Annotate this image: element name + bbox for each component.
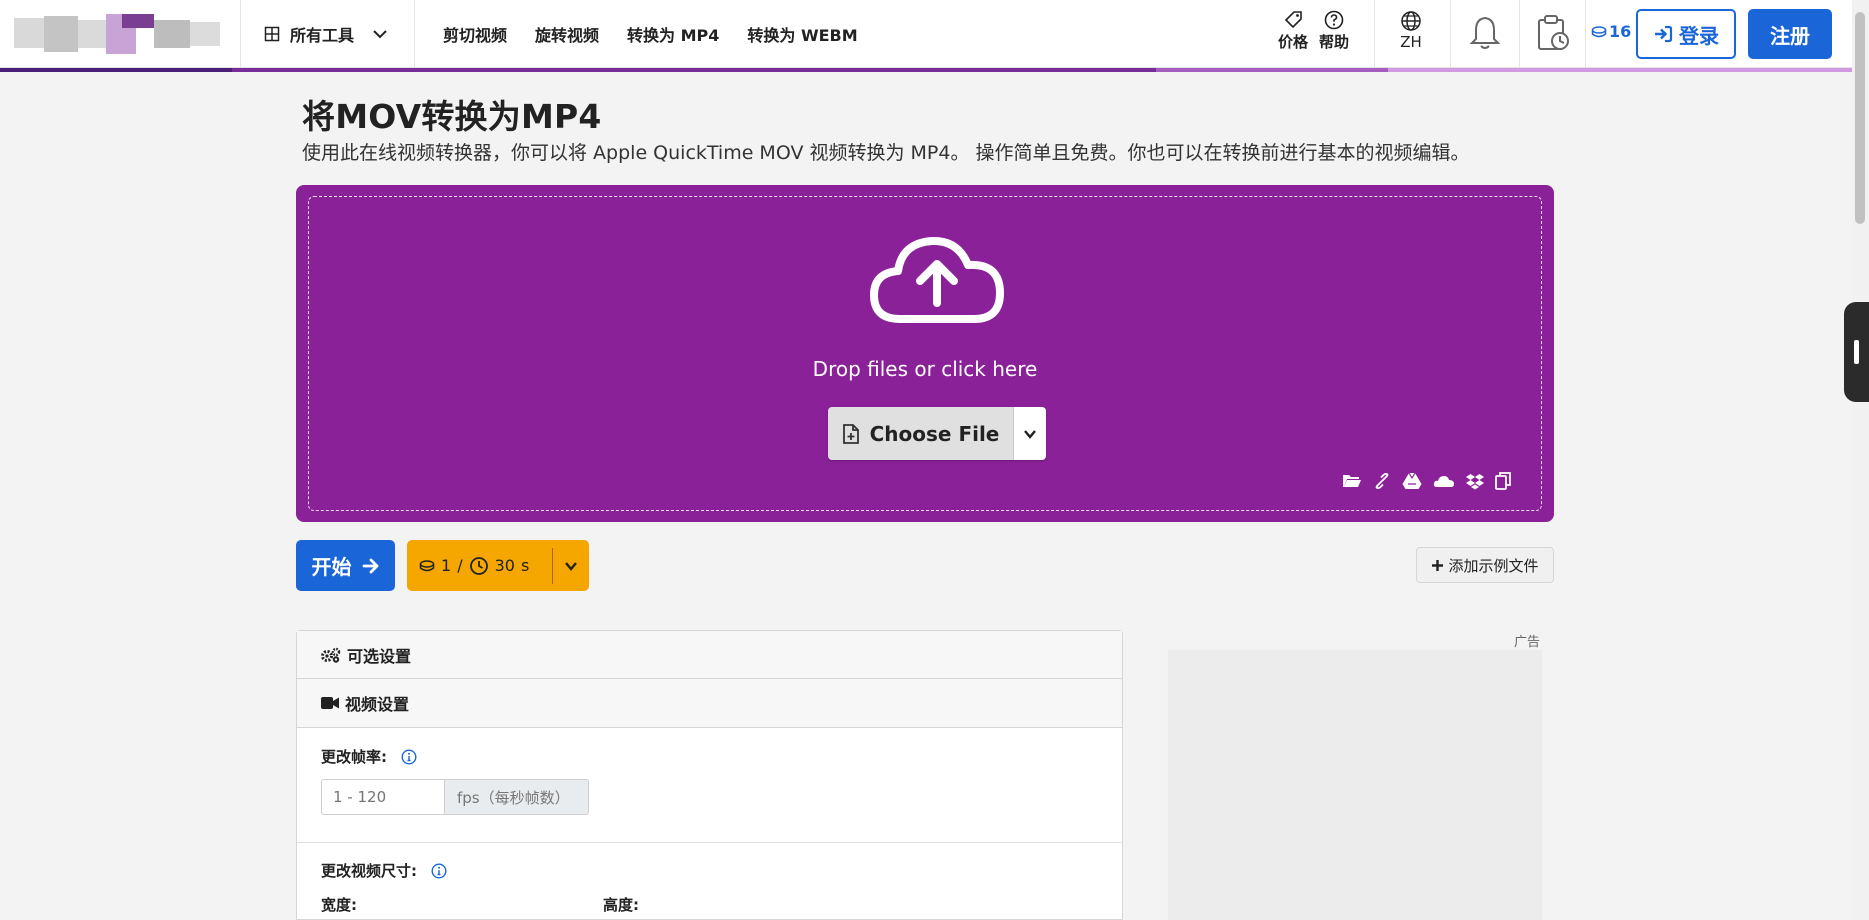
video-camera-icon — [321, 697, 339, 709]
header-divider — [414, 0, 415, 68]
login-button[interactable]: 登录 — [1636, 9, 1736, 59]
signup-label: 注册 — [1770, 23, 1810, 48]
chevron-down-icon — [565, 561, 577, 571]
history-button[interactable] — [1536, 14, 1570, 56]
start-button[interactable]: 开始 — [296, 540, 395, 591]
cost-credits: 1 — [441, 556, 452, 575]
credits-counter[interactable]: 16 — [1591, 22, 1631, 41]
nav-link-convert-webm[interactable]: 转换为 WEBM — [747, 22, 857, 46]
quick-nav: 剪切视频 旋转视频 转换为 MP4 转换为 WEBM — [443, 22, 858, 46]
ad-label: 广告 — [1514, 635, 1541, 650]
video-settings-header[interactable]: 视频设置 — [297, 679, 1122, 728]
info-circle-icon[interactable] — [401, 748, 417, 765]
help-label: 帮助 — [1319, 33, 1350, 51]
dropbox-icon[interactable] — [1466, 473, 1484, 490]
globe-icon — [1401, 11, 1421, 31]
clipboard-clock-icon — [1538, 15, 1569, 50]
choose-file-group: Choose File — [828, 407, 1046, 460]
framerate-unit: fps（每秒帧数） — [444, 779, 589, 815]
clock-icon — [469, 556, 488, 575]
chevron-down-icon — [373, 30, 387, 39]
file-dropzone[interactable]: Drop files or click here Choose File — [296, 185, 1554, 522]
video-settings-title: 视频设置 — [345, 695, 410, 714]
drop-instruction: Drop files or click here — [812, 357, 1038, 381]
page-loading-bar — [0, 68, 1852, 72]
choose-file-label: Choose File — [869, 421, 1000, 446]
coins-icon — [1591, 25, 1607, 37]
all-tools-label: 所有工具 — [290, 26, 355, 45]
language-selector[interactable]: ZH — [1400, 10, 1422, 51]
header-divider — [240, 0, 241, 68]
start-label: 开始 — [311, 555, 352, 579]
plus-icon — [1432, 559, 1444, 571]
cost-unit: s — [520, 556, 530, 575]
grid-icon — [264, 26, 280, 42]
signup-button[interactable]: 注册 — [1748, 9, 1832, 59]
resize-label: 更改视频尺寸: — [321, 862, 417, 880]
choose-file-button[interactable]: Choose File — [828, 407, 1013, 460]
optional-settings-header[interactable]: 可选设置 — [297, 631, 1122, 679]
optional-settings-panel: 可选设置 视频设置 更改帧率: fps（每秒帧数） 更改视频尺寸: 宽度: 高度… — [296, 630, 1123, 920]
top-navbar: 所有工具 剪切视频 旋转视频 转换为 MP4 转换为 WEBM 价格 帮助 ZH… — [0, 0, 1852, 68]
optional-settings-title: 可选设置 — [347, 646, 412, 666]
resize-field: 更改视频尺寸: — [321, 860, 447, 881]
question-circle-icon — [1324, 10, 1344, 30]
cloud-upload-icon — [870, 236, 1004, 323]
scrollbar-thumb[interactable] — [1855, 12, 1865, 224]
cost-dropdown-toggle[interactable] — [553, 559, 589, 573]
cost-time: 30 — [494, 556, 515, 575]
file-plus-icon — [842, 423, 859, 444]
link-icon[interactable] — [1373, 472, 1391, 490]
framerate-input-group: fps（每秒帧数） — [321, 779, 589, 815]
choose-file-dropdown[interactable] — [1013, 407, 1046, 460]
help-link[interactable]: 帮助 — [1319, 10, 1349, 52]
sign-in-icon — [1655, 25, 1673, 43]
chevron-down-icon — [1024, 429, 1036, 439]
coins-icon — [419, 559, 435, 571]
header-divider — [1585, 0, 1586, 68]
dropzone-border: Drop files or click here Choose File — [308, 196, 1542, 511]
upload-source-icons — [1342, 472, 1511, 490]
page-title: 将MOV转换为MP4 — [302, 97, 602, 136]
clipboard-icon[interactable] — [1495, 472, 1511, 490]
notifications-button[interactable] — [1468, 15, 1502, 55]
tag-icon — [1284, 11, 1302, 29]
nav-link-rotate-video[interactable]: 旋转视频 — [535, 22, 599, 46]
header-divider — [1450, 0, 1451, 68]
add-sample-file-button[interactable]: 添加示例文件 — [1416, 547, 1554, 583]
credits-count: 16 — [1609, 22, 1632, 41]
conversion-cost-button[interactable]: 1 / 30 s — [407, 540, 589, 591]
header-divider — [1519, 0, 1520, 68]
nav-link-cut-video[interactable]: 剪切视频 — [443, 22, 507, 46]
width-label: 宽度: — [321, 896, 357, 914]
gears-icon — [321, 647, 341, 663]
pricing-link[interactable]: 价格 — [1278, 10, 1308, 52]
height-label: 高度: — [603, 896, 639, 914]
framerate-input[interactable] — [321, 779, 444, 815]
login-label: 登录 — [1679, 23, 1719, 48]
arrow-right-icon — [362, 558, 378, 573]
framerate-field: 更改帧率: — [321, 746, 417, 767]
ad-placeholder — [1168, 650, 1542, 920]
language-code: ZH — [1400, 33, 1422, 51]
framerate-label: 更改帧率: — [321, 748, 387, 766]
settings-divider — [297, 842, 1122, 843]
page-description: 使用此在线视频转换器，你可以将 Apple QuickTime MOV 视频转换… — [302, 142, 1470, 164]
side-panel-handle[interactable] — [1844, 302, 1869, 402]
bell-icon — [1469, 16, 1501, 49]
info-circle-icon[interactable] — [431, 862, 447, 879]
header-divider — [1374, 0, 1375, 68]
all-tools-menu[interactable]: 所有工具 — [264, 22, 388, 46]
conversion-cost: 1 / 30 s — [407, 556, 552, 576]
folder-icon[interactable] — [1342, 473, 1362, 489]
site-logo[interactable] — [14, 14, 220, 54]
google-drive-icon[interactable] — [1402, 472, 1422, 490]
cost-separator: / — [457, 556, 463, 575]
add-sample-label: 添加示例文件 — [1448, 556, 1539, 575]
pricing-label: 价格 — [1278, 33, 1309, 51]
nav-link-convert-mp4[interactable]: 转换为 MP4 — [627, 22, 719, 46]
onedrive-icon[interactable] — [1433, 474, 1455, 488]
